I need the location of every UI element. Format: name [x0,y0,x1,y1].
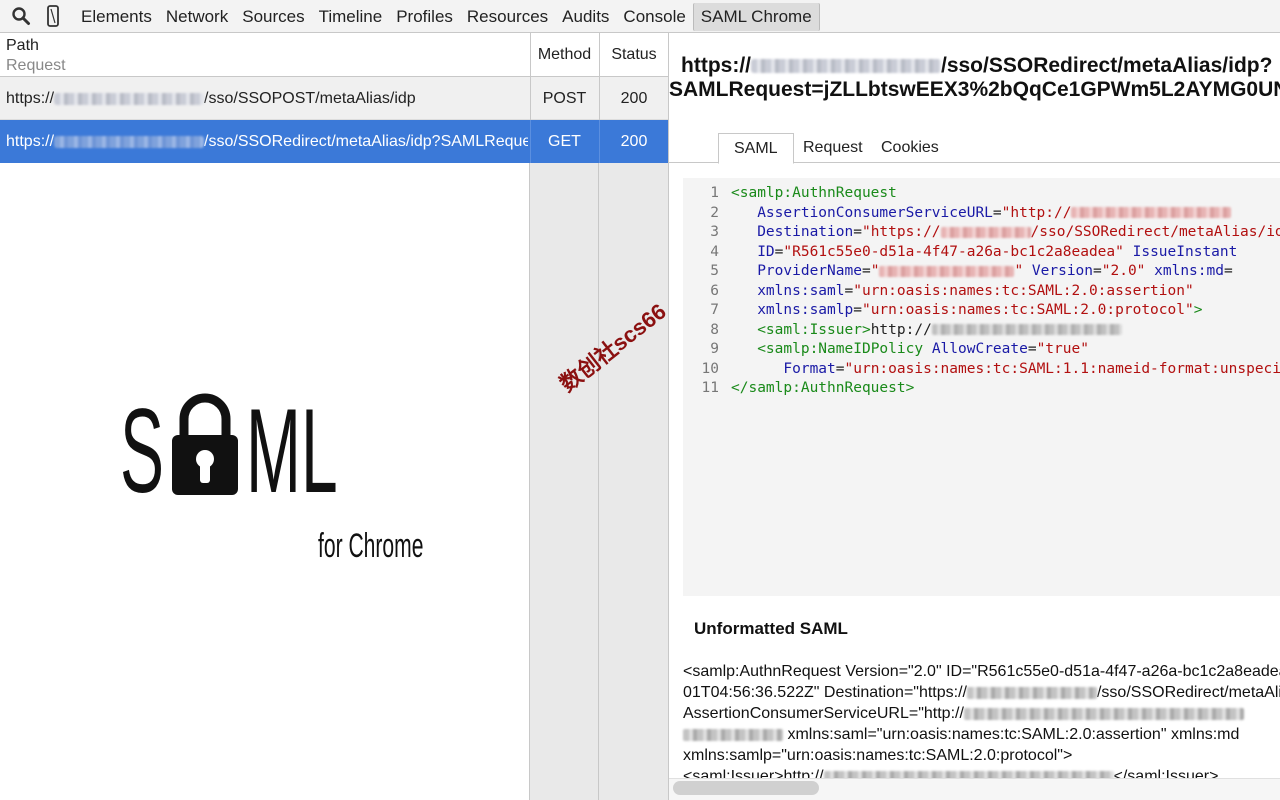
tab-resources[interactable]: Resources [460,0,555,33]
code-line: </samlp:AuthnRequest> [731,380,915,396]
request-row[interactable]: https:///sso/SSOPOST/metaAlias/idp POST … [0,77,668,120]
request-method: GET [530,120,598,163]
code-line: AssertionConsumerServiceURL="http:// [731,204,1280,224]
unformatted-saml-text[interactable]: <samlp:AuthnRequest Version="2.0" ID="R5… [683,661,1280,787]
saml-request-param: SAMLRequest=jZLLbtswEEX3%2bQqCe1GPWm5L2A… [669,78,1280,101]
saml-code-viewer[interactable]: 1 2 3 4 5 6 7 8 9 10 11 <samlp:AuthnRequ… [683,178,1280,596]
request-url-title: https:///sso/SSORedirect/metaAlias/idp? … [669,53,1280,101]
code-line: ProviderName=" " Version="2.0" xmlns:md= [757,263,1233,279]
logo-letter-s: S [120,384,164,518]
code-line: Destination="https:///sso/SSORedirect/me… [757,224,1280,240]
tab-sources[interactable]: Sources [235,0,311,33]
request-method: POST [530,77,598,120]
tab-saml[interactable]: SAML [718,133,794,164]
request-list-header: Path Request Method Status [0,33,668,77]
detail-tabs: SAML Request Cookies [669,133,1280,164]
request-column-subheader: Request [6,57,66,74]
redacted-host [54,135,205,148]
request-url: https:///sso/SSORedirect/metaAlias/idp?S… [6,133,528,150]
horizontal-scrollbar-thumb[interactable] [673,781,819,795]
tab-saml-chrome[interactable]: SAML Chrome [692,3,820,31]
saml-detail-panel: https:///sso/SSORedirect/metaAlias/idp? … [669,33,1280,800]
logo-letters-ml: ML [246,384,338,518]
line-numbers: 1 2 3 4 5 6 7 8 9 10 11 [701,185,719,396]
request-url: https:///sso/SSOPOST/metaAlias/idp [6,90,416,107]
redacted-host [54,92,205,105]
redacted-value [879,265,1015,277]
tab-console[interactable]: Console [616,0,692,33]
redacted-host [750,59,941,74]
request-status: 200 [599,120,668,163]
redacted-value [940,226,1031,238]
method-column-header[interactable]: Method [530,33,598,77]
tab-timeline[interactable]: Timeline [312,0,390,33]
tab-audits[interactable]: Audits [555,0,616,33]
path-column-header[interactable]: Path [6,37,39,55]
tab-request[interactable]: Request [803,133,863,163]
saml-chrome-logo: S ML for Chrome [118,391,448,565]
logo-subtitle: for Chrome [318,527,424,565]
code-lines: <samlp:AuthnRequest AssertionConsumerSer… [731,184,1280,399]
code-line: <samlp:AuthnRequest [731,185,897,201]
tab-network[interactable]: Network [159,0,235,33]
devtools-toolbar: Elements Network Sources Timeline Profil… [0,0,1280,33]
redacted-value [683,728,783,741]
redacted-value [963,707,1244,720]
padlock-icon [172,393,238,495]
redacted-value [1071,207,1232,218]
tab-elements[interactable]: Elements [74,0,159,33]
request-list-panel: Path Request Method Status https:///sso/… [0,33,671,800]
code-line: Format="urn:oasis:names:tc:SAML:1.1:name… [783,360,1280,377]
redacted-value [966,686,1097,699]
tab-cookies[interactable]: Cookies [881,133,939,163]
request-status: 200 [599,77,668,120]
code-line: xmlns:saml="urn:oasis:names:tc:SAML:2.0:… [757,282,1194,299]
code-line: <saml:Issuer>http:// [731,321,1280,341]
unformatted-saml-heading: Unformatted SAML [694,619,848,638]
tab-profiles[interactable]: Profiles [389,0,460,33]
redacted-value [931,324,1122,335]
search-icon[interactable] [6,0,36,33]
request-row-selected[interactable]: https:///sso/SSORedirect/metaAlias/idp?S… [0,120,668,163]
code-line: <samlp:NameIDPolicy AllowCreate="true" [757,341,1089,357]
device-mode-icon[interactable] [38,0,68,33]
code-line: ID="R561c55e0-d51a-4f47-a26a-bc1c2a8eade… [757,243,1238,260]
code-line: xmlns:samlp="urn:oasis:names:tc:SAML:2.0… [757,302,1203,318]
status-column-header[interactable]: Status [599,33,668,77]
